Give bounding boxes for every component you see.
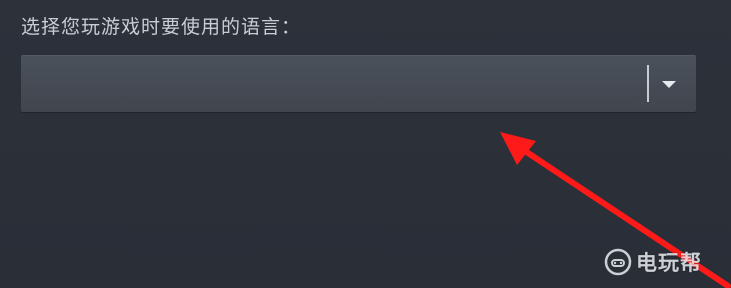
chevron-down-icon[interactable] (662, 81, 676, 88)
watermark-text: 电玩帮 (636, 251, 702, 275)
language-prompt-label: 选择您玩游戏时要使用的语言： (21, 16, 302, 38)
language-select-dropdown[interactable] (21, 55, 696, 112)
arrow-head (500, 132, 536, 165)
language-settings-panel: 选择您玩游戏时要使用的语言： 电玩帮 (0, 0, 731, 288)
watermark: 电玩帮 (604, 248, 702, 276)
dropdown-divider (647, 65, 649, 102)
gamepad-logo-icon (604, 248, 632, 276)
red-arrow-annotation (500, 132, 731, 288)
